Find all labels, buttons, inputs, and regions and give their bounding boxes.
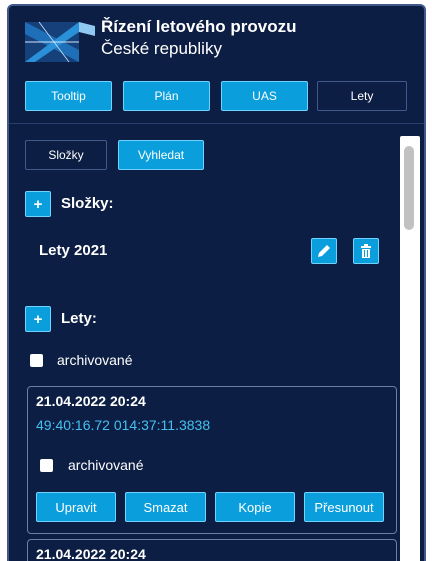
folders-heading: Složky: (61, 195, 114, 212)
delete-flight-button[interactable]: Smazat (125, 492, 206, 522)
edit-folder-button[interactable] (311, 238, 337, 264)
subtab-slozky[interactable]: Složky (25, 140, 107, 170)
copy-flight-button[interactable]: Kopie (215, 492, 295, 522)
organization-name: Řízení letového provozu České republiky (101, 16, 297, 60)
tab-plan[interactable]: Plán (123, 81, 210, 111)
header-divider (9, 123, 424, 124)
flight-datetime: 21.04.2022 20:24 (36, 546, 146, 561)
flight-panel: Řízení letového provozu České republiky … (7, 4, 426, 561)
tab-lety[interactable]: Lety (317, 81, 407, 111)
flight-card: 21.04.2022 20:24 (27, 539, 397, 561)
org-name-line1: Řízení letového provozu (101, 17, 297, 36)
flight-card: 21.04.2022 20:24 49:40:16.72 014:37:11.3… (27, 386, 397, 534)
rlp-logo-icon (25, 20, 95, 68)
scrollbar[interactable] (400, 136, 420, 561)
flight-archived-checkbox[interactable] (40, 459, 53, 472)
trash-icon (361, 244, 371, 258)
subtab-vyhledat[interactable]: Vyhledat (118, 140, 204, 170)
add-flight-button[interactable]: + (25, 306, 51, 332)
scrollbar-thumb[interactable] (404, 146, 414, 230)
flight-archived-label: archivované (68, 457, 144, 473)
delete-folder-button[interactable] (353, 238, 379, 264)
tab-uas[interactable]: UAS (221, 81, 308, 111)
flight-datetime: 21.04.2022 20:24 (36, 393, 146, 409)
move-flight-button[interactable]: Přesunout (304, 492, 384, 522)
tab-tooltip[interactable]: Tooltip (25, 81, 112, 111)
folder-name[interactable]: Lety 2021 (39, 242, 107, 259)
archived-label: archivované (57, 352, 133, 368)
edit-flight-button[interactable]: Upravit (36, 492, 116, 522)
pencil-icon (318, 245, 330, 257)
org-name-line2: České republiky (101, 39, 222, 58)
flights-heading: Lety: (61, 310, 97, 327)
flight-coordinates[interactable]: 49:40:16.72 014:37:11.3838 (36, 417, 210, 433)
add-folder-button[interactable]: + (25, 191, 51, 217)
archived-checkbox[interactable] (30, 354, 43, 367)
